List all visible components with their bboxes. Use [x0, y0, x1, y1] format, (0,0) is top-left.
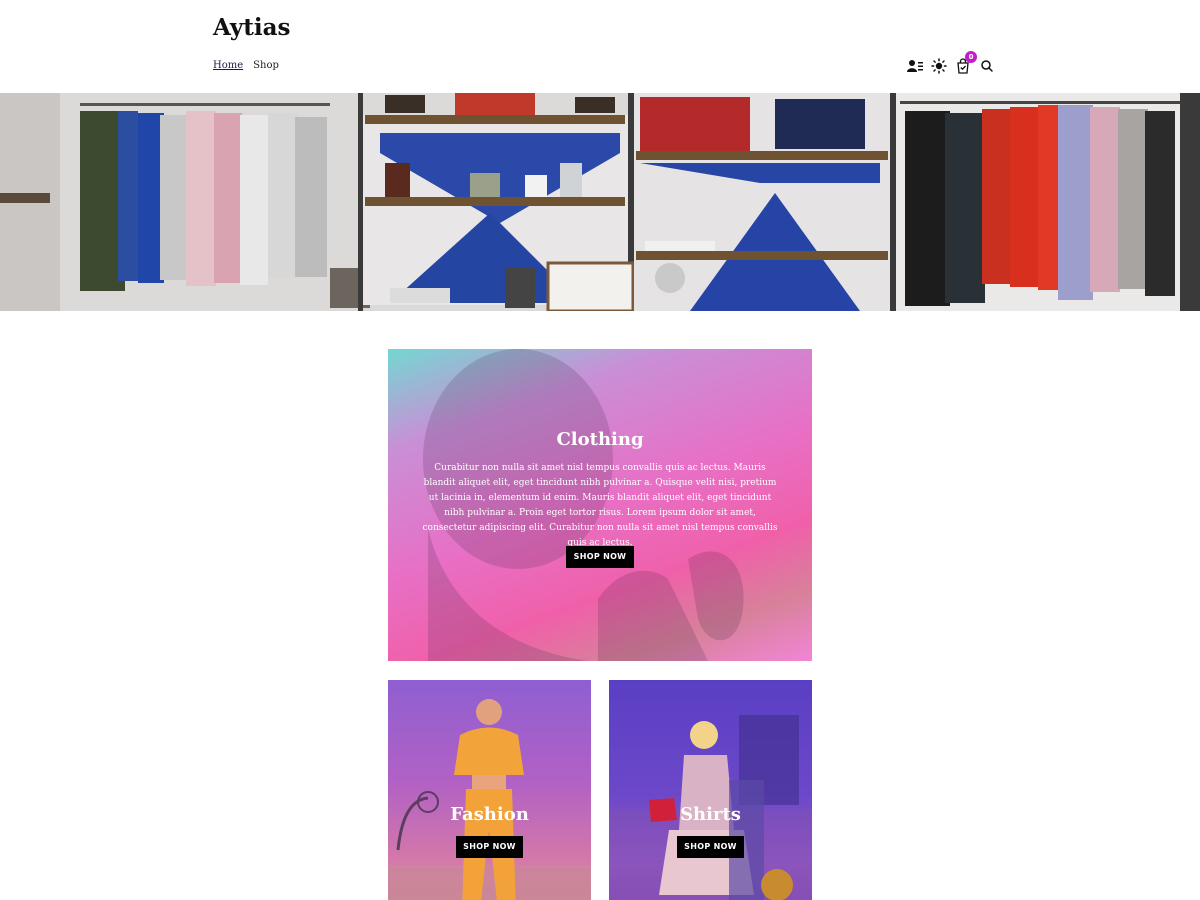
shirts-card-title: Shirts: [680, 804, 741, 825]
clothing-card-description: Curabitur non nulla sit amet nisl tempus…: [422, 463, 778, 548]
hero-banner-image: [0, 93, 1200, 311]
shirts-card[interactable]: Shirts SHOP NOW: [609, 680, 812, 900]
cart-count-badge: 0: [965, 51, 977, 63]
primary-nav: Home Shop: [213, 60, 279, 71]
search-icon[interactable]: [979, 58, 995, 74]
fashion-card[interactable]: Fashion SHOP NOW: [388, 680, 591, 900]
site-title[interactable]: Aytias: [213, 14, 291, 41]
clothing-shop-now-button[interactable]: SHOP NOW: [566, 546, 634, 568]
user-list-icon[interactable]: [907, 58, 923, 74]
nav-item-home[interactable]: Home: [213, 60, 243, 71]
header-icons: 0: [907, 51, 995, 74]
sun-icon[interactable]: [931, 58, 947, 74]
nav-item-shop[interactable]: Shop: [253, 60, 279, 71]
shirts-shop-now-button[interactable]: SHOP NOW: [677, 836, 744, 858]
cart-icon[interactable]: 0: [955, 51, 977, 74]
clothing-card[interactable]: Clothing Curabitur non nulla sit amet ni…: [388, 349, 812, 661]
fashion-card-image: [388, 699, 591, 900]
clothing-card-title: Clothing: [556, 429, 644, 450]
fashion-shop-now-button[interactable]: SHOP NOW: [456, 836, 523, 858]
fashion-card-title: Fashion: [450, 804, 529, 825]
shirts-card-image: [609, 715, 812, 900]
